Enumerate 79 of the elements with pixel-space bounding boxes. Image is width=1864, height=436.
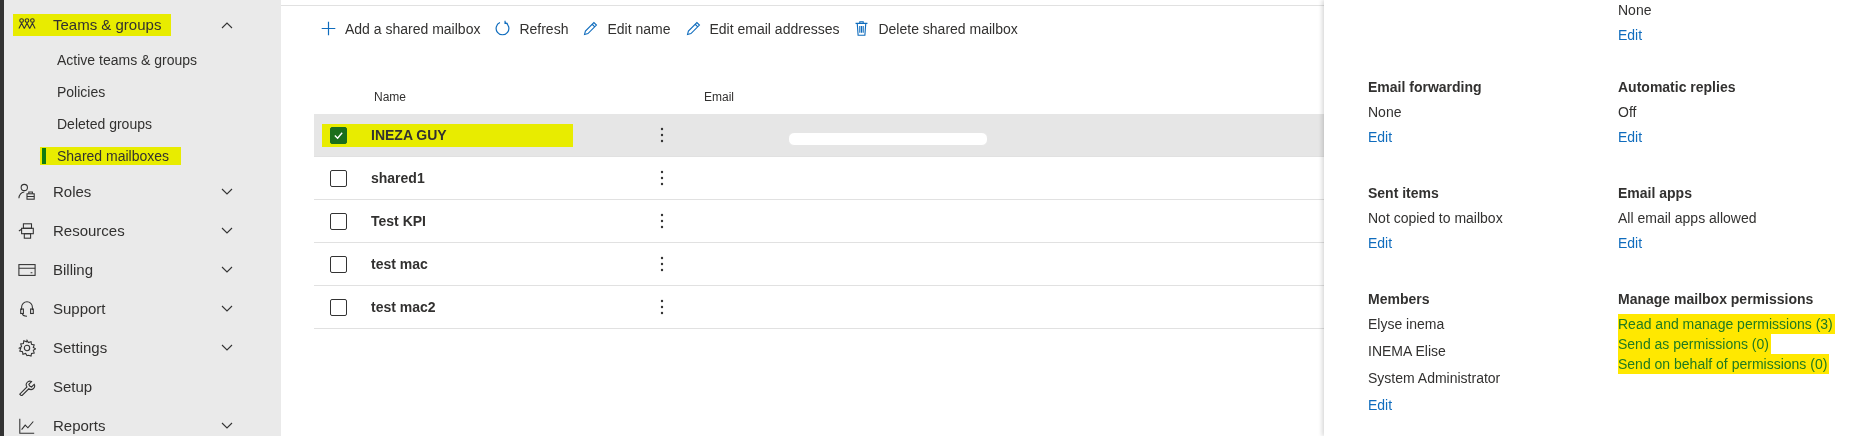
table-cell: test mac2 (371, 299, 436, 315)
checkmark-icon (333, 129, 344, 141)
toolbar-button[interactable]: Delete shared mailbox (853, 18, 1018, 39)
nav-item[interactable]: Setup (4, 367, 281, 406)
field-value: System Administrator (1368, 369, 1501, 388)
checkbox[interactable] (330, 212, 347, 230)
section-title: Manage mailbox permissions (1618, 290, 1814, 309)
roles-icon (18, 182, 36, 201)
more-options-icon[interactable] (660, 299, 664, 315)
chevron-down-icon[interactable] (221, 226, 233, 235)
section-title: Members (1368, 290, 1430, 309)
nav-item[interactable]: Resources (4, 211, 281, 250)
checkbox[interactable] (330, 126, 347, 144)
section-title: Automatic replies (1618, 78, 1736, 97)
edit-link[interactable]: Edit (1618, 233, 1643, 253)
column-header[interactable]: Name (374, 89, 704, 104)
resources-icon (18, 221, 36, 240)
toolbar-button[interactable]: Add a shared mailbox (320, 18, 481, 39)
nav-item[interactable]: Teams & groups (4, 5, 281, 44)
toolbar-button[interactable]: Edit email addresses (684, 18, 840, 39)
toolbar-button[interactable]: Refresh (494, 18, 569, 39)
table-row[interactable]: test mac (314, 243, 1324, 286)
permission-link[interactable]: Send as permissions (0) (1618, 334, 1771, 354)
plus-icon (320, 20, 337, 37)
field-value: None (1618, 1, 1652, 20)
table-cell: INEZA GUY (371, 127, 447, 143)
nav-item[interactable]: Billing (4, 250, 281, 289)
table-cell: test mac (371, 256, 428, 272)
more-options-icon[interactable] (660, 170, 664, 186)
nav-item[interactable]: Settings (4, 328, 281, 367)
pencil-icon (582, 20, 600, 37)
support-icon (18, 299, 36, 318)
settings-icon (18, 338, 36, 357)
edit-link[interactable]: Edit (1368, 233, 1393, 253)
edit-link[interactable]: Edit (1368, 127, 1393, 147)
checkbox[interactable] (330, 298, 347, 316)
chevron-down-icon[interactable] (221, 421, 233, 430)
table-row[interactable]: test mac2 (314, 286, 1324, 329)
field-value: None (1368, 103, 1402, 122)
checkbox[interactable] (330, 255, 347, 273)
setup-icon (18, 377, 36, 396)
chevron-up-icon[interactable] (221, 20, 233, 29)
pencil-icon (684, 20, 702, 37)
nav-item[interactable]: Reports (4, 406, 281, 436)
chevron-down-icon[interactable] (221, 265, 233, 274)
table-cell: shared1 (371, 170, 425, 186)
more-options-icon[interactable] (660, 213, 664, 229)
edit-link[interactable]: Edit (1618, 127, 1643, 147)
table-cell: Test KPI (371, 213, 426, 229)
edit-link[interactable]: Edit (1368, 395, 1393, 415)
field-value: All email apps allowed (1618, 209, 1757, 228)
field-value: Not copied to mailbox (1368, 209, 1503, 228)
permission-link[interactable]: Send on behalf of permissions (0) (1618, 354, 1830, 374)
field-value: INEMA Elise (1368, 342, 1446, 361)
edit-link[interactable]: Edit (1618, 25, 1643, 45)
checkbox[interactable] (330, 169, 347, 187)
section-title: Email forwarding (1368, 78, 1482, 97)
section-title: Sent items (1368, 184, 1439, 203)
chevron-down-icon[interactable] (221, 343, 233, 352)
more-options-icon[interactable] (660, 127, 664, 143)
nav-subitem[interactable]: Shared mailboxes (40, 147, 182, 165)
table-row[interactable]: Test KPI (314, 200, 1324, 243)
chevron-down-icon[interactable] (221, 187, 233, 196)
refresh-icon (494, 20, 512, 37)
chevron-down-icon[interactable] (221, 304, 233, 313)
nav-subitem[interactable]: Active teams & groups (40, 51, 210, 69)
nav-subitem[interactable]: Deleted groups (40, 115, 164, 133)
section-title: Email apps (1618, 184, 1692, 203)
permission-link[interactable]: Read and manage permissions (3) (1618, 314, 1835, 334)
field-value: Elyse inema (1368, 315, 1445, 334)
column-header[interactable]: Email (704, 89, 734, 104)
nav-subitem[interactable]: Policies (40, 83, 118, 101)
more-options-icon[interactable] (660, 256, 664, 272)
field-value: Off (1618, 103, 1637, 122)
nav-item[interactable]: Roles (4, 172, 281, 211)
table-row[interactable]: INEZA GUY (314, 114, 1324, 157)
table-row[interactable]: shared1 (314, 157, 1324, 200)
toolbar-button[interactable]: Edit name (582, 18, 671, 39)
nav-item[interactable]: Support (4, 289, 281, 328)
